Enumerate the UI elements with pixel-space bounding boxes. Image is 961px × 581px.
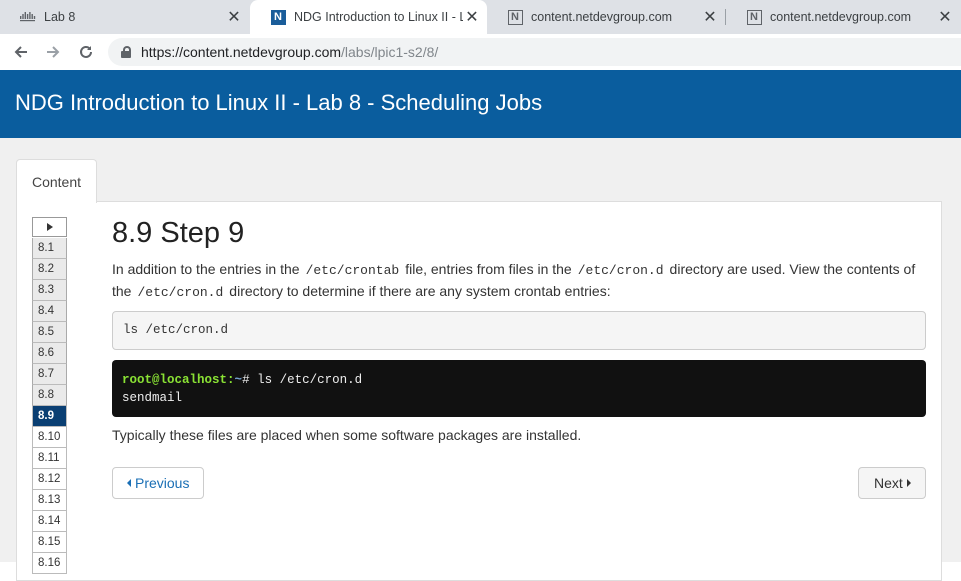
step-link-8-4[interactable]: 8.4 xyxy=(32,301,67,322)
step-link-8-16[interactable]: 8.16 xyxy=(32,553,67,574)
arrow-right-icon xyxy=(47,46,60,58)
close-icon[interactable]: ✕ xyxy=(463,7,481,27)
caret-left-icon xyxy=(127,479,131,487)
ndg-n-icon: N xyxy=(746,9,762,25)
step-link-8-8[interactable]: 8.8 xyxy=(32,385,67,406)
cisco-logo-icon xyxy=(20,9,36,25)
browser-toolbar: https://content.netdevgroup.com/labs/lpi… xyxy=(0,34,961,71)
next-label: Next xyxy=(874,475,903,491)
step-link-8-12[interactable]: 8.12 xyxy=(32,469,67,490)
step-link-8-9[interactable]: 8.9 xyxy=(32,406,67,427)
tab-title: NDG Introduction to Linux II - Lab xyxy=(294,10,463,24)
terminal-output: root@localhost:~# ls /etc/cron.d sendmai… xyxy=(112,360,926,417)
step-link-8-13[interactable]: 8.13 xyxy=(32,490,67,511)
ndg-n-icon: N xyxy=(507,9,523,25)
explanation-text: Typically these files are placed when so… xyxy=(112,427,582,443)
address-bar[interactable]: https://content.netdevgroup.com/labs/lpi… xyxy=(108,38,961,66)
close-icon[interactable]: ✕ xyxy=(700,7,720,27)
step-list: 8.1 8.2 8.3 8.4 8.5 8.6 8.7 8.8 8.9 8.10 8.11 8.12 8… xyxy=(32,238,67,574)
close-icon[interactable]: ✕ xyxy=(935,7,955,27)
instruction-text: In addition to the entries in the xyxy=(112,261,300,277)
browser-tab-content-2[interactable]: N content.netdevgroup.com ✕ xyxy=(726,0,961,34)
terminal-path: ~ xyxy=(234,373,243,387)
command-text: ls /etc/cron.d xyxy=(123,323,229,337)
url-path: /labs/lpic1-s2/8/ xyxy=(341,44,439,60)
url-host: https://content.netdevgroup.com xyxy=(141,44,342,60)
step-content: 8.9 Step 9 In addition to the entries in… xyxy=(112,215,926,303)
step-instructions: In addition to the entries in the/etc/cr… xyxy=(112,259,926,303)
browser-tab-ndg-intro[interactable]: N NDG Introduction to Linux II - Lab ✕ xyxy=(250,0,487,34)
terminal-separator: : xyxy=(227,373,235,387)
page-header: NDG Introduction to Linux II - Lab 8 - S… xyxy=(0,70,961,138)
step-link-8-14[interactable]: 8.14 xyxy=(32,511,67,532)
step-link-8-2[interactable]: 8.2 xyxy=(32,259,67,280)
close-icon[interactable]: ✕ xyxy=(224,7,244,27)
inline-code: /etc/crontab xyxy=(305,263,400,278)
page-title: NDG Introduction to Linux II - Lab 8 - S… xyxy=(15,90,543,115)
step-link-8-10[interactable]: 8.10 xyxy=(32,427,67,448)
step-link-8-3[interactable]: 8.3 xyxy=(32,280,67,301)
inline-code: /etc/cron.d xyxy=(577,263,664,278)
step-navigation: 8.1 8.2 8.3 8.4 8.5 8.6 8.7 8.8 8.9 8.10 8.11 8.12 8… xyxy=(32,217,67,574)
step-link-8-6[interactable]: 8.6 xyxy=(32,343,67,364)
previous-button[interactable]: Previous xyxy=(112,467,205,499)
ndg-n-icon: N xyxy=(270,9,286,25)
step-link-8-15[interactable]: 8.15 xyxy=(32,532,67,553)
reload-icon xyxy=(80,45,92,58)
step-link-8-11[interactable]: 8.11 xyxy=(32,448,67,469)
caret-right-icon xyxy=(906,479,911,487)
caret-right-icon xyxy=(46,223,53,231)
tab-title: content.netdevgroup.com xyxy=(770,10,912,24)
step-link-8-1[interactable]: 8.1 xyxy=(32,238,67,259)
forward-button[interactable] xyxy=(41,40,65,64)
instruction-text: file, entries from files in the xyxy=(405,261,572,277)
browser-tab-strip: Lab 8 ✕ N NDG Introduction to Linux II -… xyxy=(0,0,961,34)
terminal-command: ls /etc/cron.d xyxy=(249,373,363,387)
reload-button[interactable] xyxy=(74,40,98,64)
arrow-left-icon xyxy=(14,46,27,58)
step-heading: 8.9 Step 9 xyxy=(112,217,245,249)
instruction-text: directory to determine if there are any … xyxy=(229,283,611,299)
command-box[interactable]: ls /etc/cron.d xyxy=(112,311,926,350)
next-button[interactable]: Next xyxy=(858,467,926,499)
terminal-user: root@localhost xyxy=(122,373,228,387)
browser-tab-lab8[interactable]: Lab 8 ✕ xyxy=(0,0,250,34)
terminal-line-prompt: root@localhost:~# ls /etc/cron.d xyxy=(122,371,916,389)
terminal-prompt: # xyxy=(242,373,250,387)
previous-label: Previous xyxy=(135,475,190,491)
step-link-8-5[interactable]: 8.5 xyxy=(32,322,67,343)
back-button[interactable] xyxy=(9,40,33,64)
step-link-8-7[interactable]: 8.7 xyxy=(32,364,67,385)
step-nav-toggle[interactable] xyxy=(32,217,67,237)
tab-content[interactable]: Content xyxy=(16,159,97,203)
inline-code: /etc/cron.d xyxy=(137,285,224,300)
browser-tab-content-1[interactable]: N content.netdevgroup.com ✕ xyxy=(487,0,726,34)
terminal-line-output: sendmail xyxy=(122,391,183,405)
tab-title: content.netdevgroup.com xyxy=(531,10,673,24)
lock-icon xyxy=(121,46,131,58)
tab-title: Lab 8 xyxy=(44,10,76,24)
